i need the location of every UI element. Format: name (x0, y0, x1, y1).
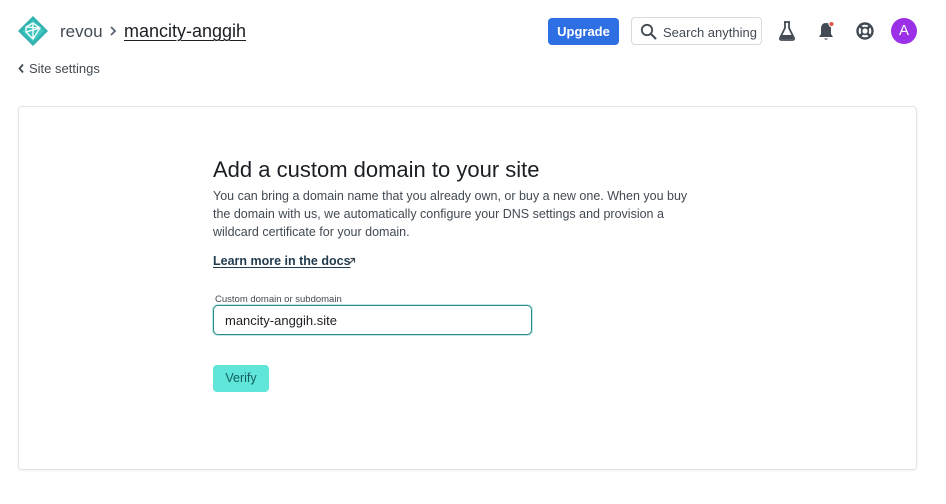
verify-button[interactable]: Verify (213, 365, 269, 392)
top-header: revou mancity-anggih Upgrade Search anyt… (0, 0, 946, 62)
custom-domain-input[interactable] (213, 305, 532, 335)
search-button[interactable]: Search anything (631, 17, 762, 45)
search-icon (640, 23, 657, 40)
team-breadcrumb-link[interactable]: revou (60, 22, 103, 42)
chevron-right-icon (110, 26, 117, 36)
card-description: You can bring a domain name that you alr… (213, 189, 688, 239)
lifebuoy-icon[interactable] (855, 20, 875, 42)
bell-icon[interactable] (816, 20, 836, 42)
site-breadcrumb-link[interactable]: mancity-anggih (124, 21, 246, 42)
external-link-icon (348, 257, 356, 265)
upgrade-button[interactable]: Upgrade (548, 18, 619, 45)
flask-icon[interactable] (777, 20, 797, 42)
netlify-logo-icon[interactable] (17, 15, 49, 47)
custom-domain-card: Add a custom domain to your site You can… (18, 106, 917, 470)
custom-domain-field-label: Custom domain or subdomain (215, 294, 342, 305)
user-avatar[interactable]: A (891, 18, 917, 44)
back-link-label: Site settings (29, 61, 100, 76)
page-title: Add a custom domain to your site (213, 157, 540, 182)
search-label: Search anything (663, 25, 757, 40)
learn-more-docs-link[interactable]: Learn more in the docs (213, 254, 351, 268)
chevron-left-icon (18, 63, 24, 74)
